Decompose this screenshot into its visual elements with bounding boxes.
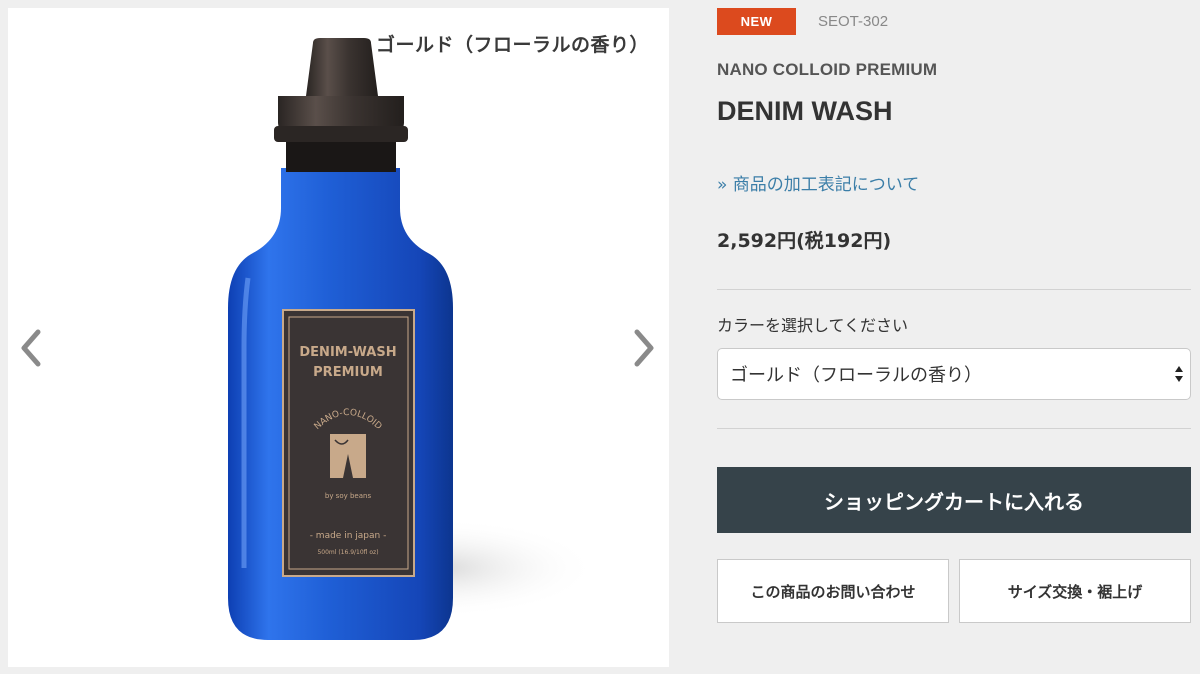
label-made-text: - made in japan - <box>310 531 387 541</box>
divider <box>717 289 1191 290</box>
label-volume-text: 500ml (16.9/10fl oz) <box>317 549 378 556</box>
add-to-cart-button[interactable]: ショッピングカートに入れる <box>717 467 1191 533</box>
new-badge: NEW <box>717 8 796 35</box>
variant-caption: ゴールド（フローラルの香り） <box>375 34 649 56</box>
chevron-right-icon <box>634 329 654 367</box>
divider <box>717 428 1191 429</box>
product-name: DENIM WASH <box>717 96 893 126</box>
gallery-next-button[interactable] <box>625 318 665 378</box>
product-price: 2,592円(税192円) <box>717 230 892 252</box>
inquiry-button[interactable]: この商品のお問い合わせ <box>717 559 949 623</box>
label-by-text: by soy beans <box>325 492 372 500</box>
gallery-prev-button[interactable] <box>10 318 50 378</box>
product-brand: NANO COLLOID PREMIUM <box>717 60 938 79</box>
processing-info-link[interactable]: » 商品の加工表記について <box>717 170 919 195</box>
select-arrows-icon <box>1175 366 1183 382</box>
color-select-label: カラーを選択してください <box>717 316 909 335</box>
product-sku: SEOT-302 <box>818 13 889 30</box>
product-image-gallery: DENIM-WASH PREMIUM NANO-COLLOID by soy b… <box>8 8 669 667</box>
label-line1: DENIM-WASH <box>299 345 396 360</box>
color-select[interactable]: ゴールド（フローラルの香り） <box>717 348 1191 400</box>
chevron-left-icon <box>21 329 41 367</box>
size-exchange-button[interactable]: サイズ交換・裾上げ <box>959 559 1191 623</box>
badge-row: NEW SEOT-302 <box>717 8 888 35</box>
color-select-value: ゴールド（フローラルの香り） <box>730 365 982 386</box>
label-line2: PREMIUM <box>313 365 383 380</box>
product-image: DENIM-WASH PREMIUM NANO-COLLOID by soy b… <box>228 38 598 640</box>
